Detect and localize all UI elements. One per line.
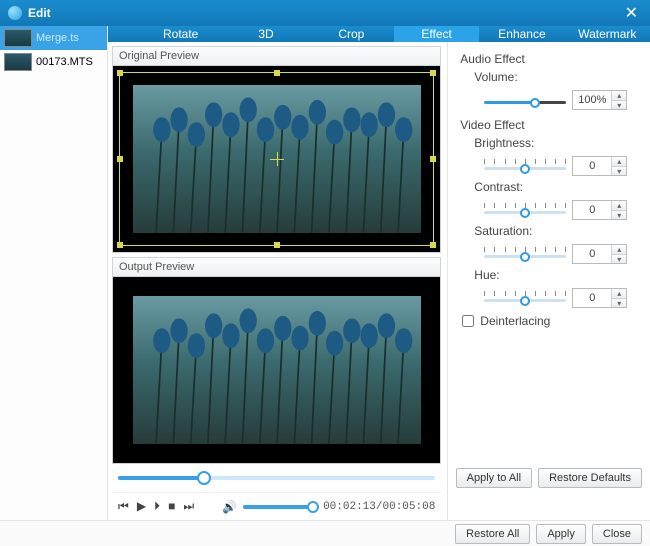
tab-watermark[interactable]: Watermark [565, 26, 650, 42]
seek-thumb[interactable] [197, 471, 211, 485]
contrast-slider[interactable] [484, 203, 566, 217]
effect-panel: Audio Effect Volume: 100% ▴▾ Video Effec… [448, 42, 648, 328]
crop-rectangle[interactable] [119, 72, 434, 246]
volume-icon[interactable]: 🔊 [222, 500, 237, 514]
sidebar-item-label: 00173.MTS [36, 56, 93, 68]
volume-spinner[interactable]: 100% ▴▾ [572, 90, 627, 110]
play-icon[interactable]: ▶ [137, 499, 146, 514]
saturation-slider[interactable] [484, 247, 566, 261]
sidebar-thumb-icon [4, 53, 32, 71]
tab-enhance[interactable]: Enhance [479, 26, 564, 42]
original-preview-label: Original Preview [112, 46, 441, 65]
contrast-spinner[interactable]: 0 ▴▾ [572, 200, 627, 220]
sidebar-item-label: Merge.ts [36, 32, 79, 44]
saturation-label: Saturation: [474, 224, 638, 238]
title-bar: Edit ✕ [0, 0, 650, 26]
tab-effect[interactable]: Effect [394, 26, 479, 42]
hue-slider[interactable] [484, 291, 566, 305]
apply-button[interactable]: Apply [536, 524, 586, 544]
spin-up-icon[interactable]: ▴ [612, 289, 626, 298]
step-icon[interactable]: ⏵ [154, 499, 160, 514]
spin-up-icon[interactable]: ▴ [612, 245, 626, 254]
spin-up-icon[interactable]: ▴ [612, 91, 626, 100]
tab-rotate[interactable]: Rotate [138, 26, 223, 42]
sidebar-item-00173[interactable]: 00173.MTS [0, 50, 107, 74]
brightness-spinner[interactable]: 0 ▴▾ [572, 156, 627, 176]
window-title: Edit [28, 6, 621, 20]
spin-up-icon[interactable]: ▴ [612, 201, 626, 210]
next-icon[interactable]: ⏭ [183, 499, 194, 514]
sidebar-thumb-icon [4, 29, 32, 47]
footer-bar: Restore All Apply Close [0, 520, 650, 546]
sidebar-item-merge[interactable]: Merge.ts [0, 26, 107, 50]
hue-spinner[interactable]: 0 ▴▾ [572, 288, 627, 308]
prev-icon[interactable]: ⏮ [118, 499, 129, 514]
deinterlacing-checkbox[interactable]: Deinterlacing [462, 314, 638, 328]
saturation-spinner[interactable]: 0 ▴▾ [572, 244, 627, 264]
tab-bar: Rotate 3D Crop Effect Enhance Watermark [108, 26, 650, 42]
contrast-label: Contrast: [474, 180, 638, 194]
brightness-slider[interactable] [484, 159, 566, 173]
crop-center-icon [270, 152, 284, 166]
brightness-label: Brightness: [474, 136, 638, 150]
close-icon[interactable]: ✕ [621, 3, 642, 23]
video-effect-section: Video Effect [460, 118, 638, 132]
volume-slider[interactable] [243, 505, 313, 509]
deinterlacing-input[interactable] [462, 315, 474, 327]
spin-down-icon[interactable]: ▾ [612, 254, 626, 263]
stop-icon[interactable]: ■ [168, 499, 175, 514]
apply-to-all-button[interactable]: Apply to All [456, 468, 532, 488]
audio-effect-section: Audio Effect [460, 52, 638, 66]
playback-controls: ⏮ ▶ ⏵ ■ ⏭ 🔊 00:02:13/00:05:08 [112, 492, 441, 520]
time-display: 00:02:13/00:05:08 [323, 501, 435, 513]
seek-bar[interactable] [112, 464, 441, 492]
restore-all-button[interactable]: Restore All [455, 524, 530, 544]
original-preview[interactable] [112, 65, 441, 253]
output-preview [112, 276, 441, 464]
tab-crop[interactable]: Crop [309, 26, 394, 42]
spin-down-icon[interactable]: ▾ [612, 298, 626, 307]
file-sidebar: Merge.ts 00173.MTS [0, 26, 108, 520]
spin-down-icon[interactable]: ▾ [612, 166, 626, 175]
hue-label: Hue: [474, 268, 638, 282]
output-preview-label: Output Preview [112, 257, 441, 276]
app-logo-icon [8, 6, 22, 20]
spin-up-icon[interactable]: ▴ [612, 157, 626, 166]
volume-label: Volume: [474, 70, 638, 84]
restore-defaults-button[interactable]: Restore Defaults [538, 468, 642, 488]
volume-effect-slider[interactable] [484, 93, 566, 107]
preview-column: Original Preview [108, 42, 448, 520]
spin-down-icon[interactable]: ▾ [612, 210, 626, 219]
video-frame [133, 296, 421, 445]
close-button[interactable]: Close [592, 524, 642, 544]
tab-3d[interactable]: 3D [223, 26, 308, 42]
spin-down-icon[interactable]: ▾ [612, 100, 626, 109]
